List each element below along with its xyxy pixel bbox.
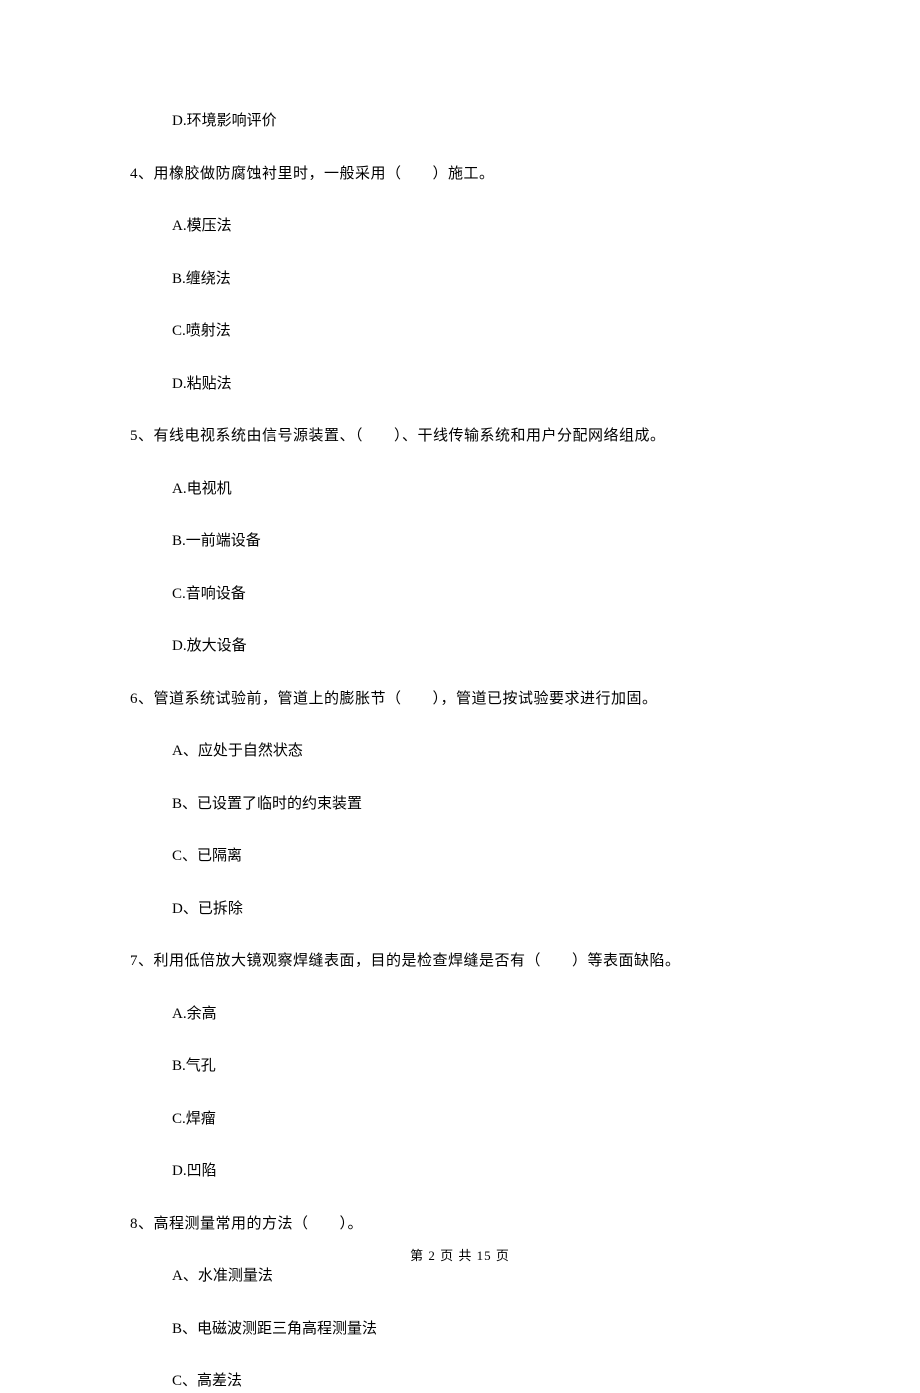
orphan-option: D.环境影响评价 [130,110,790,133]
question-stem: 4、用橡胶做防腐蚀衬里时，一般采用（ ）施工。 [130,163,790,186]
question-stem: 8、高程测量常用的方法（ ）。 [130,1213,790,1236]
question-option: D.粘贴法 [130,373,790,396]
question-option: A.模压法 [130,215,790,238]
question-stem: 6、管道系统试验前，管道上的膨胀节（ ），管道已按试验要求进行加固。 [130,688,790,711]
question-option: B.气孔 [130,1055,790,1078]
question-option: C.音响设备 [130,583,790,606]
question-option: C、高差法 [130,1370,790,1393]
question-option: A.余高 [130,1003,790,1026]
question-option: D.凹陷 [130,1160,790,1183]
question-option: B.一前端设备 [130,530,790,553]
question-option: C、已隔离 [130,845,790,868]
question-stem: 7、利用低倍放大镜观察焊缝表面，目的是检查焊缝是否有（ ）等表面缺陷。 [130,950,790,973]
question-option: A、水准测量法 [130,1265,790,1288]
question-option: A、应处于自然状态 [130,740,790,763]
question-option: D.放大设备 [130,635,790,658]
question-option: D、已拆除 [130,898,790,921]
question-option: B、已设置了临时的约束装置 [130,793,790,816]
question-option: C.焊瘤 [130,1108,790,1131]
question-option: C.喷射法 [130,320,790,343]
question-stem: 5、有线电视系统由信号源装置、（ ）、干线传输系统和用户分配网络组成。 [130,425,790,448]
page-footer: 第 2 页 共 15 页 [0,1245,920,1264]
question-option: A.电视机 [130,478,790,501]
page-body: D.环境影响评价 4、用橡胶做防腐蚀衬里时，一般采用（ ）施工。 A.模压法 B… [0,0,920,1393]
question-option: B.缠绕法 [130,268,790,291]
question-option: B、电磁波测距三角高程测量法 [130,1318,790,1341]
